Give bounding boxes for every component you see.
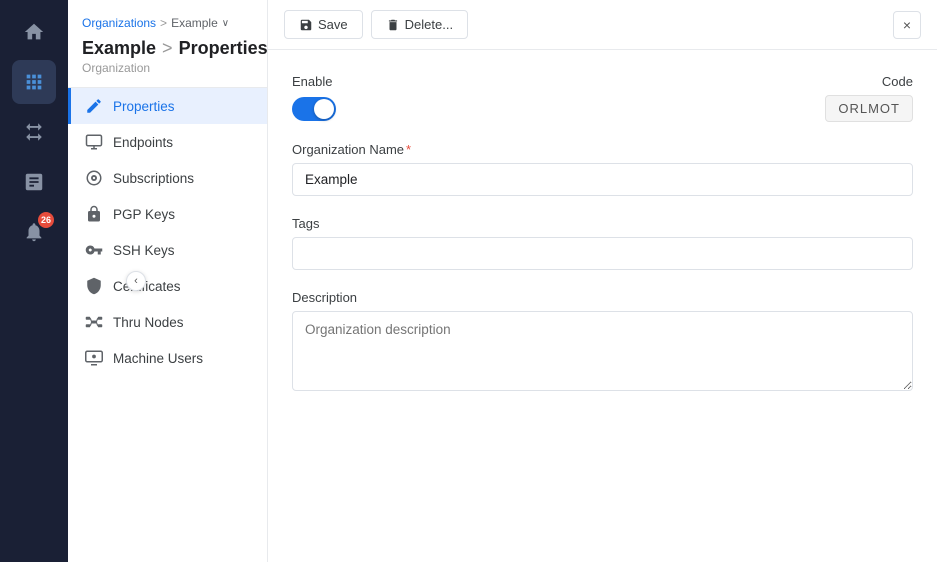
tags-label: Tags	[292, 216, 913, 231]
sidebar-item-reports[interactable]	[12, 160, 56, 204]
sidebar-item-notifications[interactable]: 26	[12, 210, 56, 254]
sidebar-item-home[interactable]	[12, 10, 56, 54]
page-title: Example	[82, 38, 156, 59]
main-content: Save Delete... × Enable Code ORLMOT	[268, 0, 937, 562]
save-icon	[299, 18, 313, 32]
nav-menu: Properties Endpoints Subscriptions PGP K…	[68, 88, 267, 376]
nav-label-subscriptions: Subscriptions	[113, 171, 194, 186]
delete-icon	[386, 18, 400, 32]
sidebar-icons: 26	[0, 0, 68, 562]
breadcrumb-organizations[interactable]: Organizations	[82, 16, 156, 30]
title-separator: >	[162, 38, 173, 59]
enable-section: Enable	[292, 74, 336, 121]
code-value: ORLMOT	[825, 95, 913, 122]
nav-item-endpoints[interactable]: Endpoints	[68, 124, 267, 160]
breadcrumb-example[interactable]: Example ∨	[171, 16, 229, 30]
breadcrumb-sep1: >	[160, 16, 167, 30]
toolbar: Save Delete... ×	[268, 0, 937, 50]
delete-button[interactable]: Delete...	[371, 10, 468, 39]
sidebar-item-organizations[interactable]	[12, 60, 56, 104]
nav-label-ssh-keys: SSH Keys	[113, 243, 175, 258]
toggle-track[interactable]	[292, 97, 336, 121]
nav-label-certificates: Certificates	[113, 279, 181, 294]
nav-label-endpoints: Endpoints	[113, 135, 173, 150]
breadcrumb: Organizations > Example ∨	[68, 8, 267, 34]
nav-item-pgp-keys[interactable]: PGP Keys	[68, 196, 267, 232]
description-input[interactable]	[292, 311, 913, 391]
collapse-sidebar-button[interactable]: ‹	[126, 271, 146, 291]
close-icon: ×	[903, 17, 911, 33]
nav-item-subscriptions[interactable]: Subscriptions	[68, 160, 267, 196]
save-button[interactable]: Save	[284, 10, 363, 39]
enable-toggle[interactable]	[292, 97, 336, 121]
enable-label: Enable	[292, 74, 336, 89]
toggle-thumb	[314, 99, 334, 119]
nav-sidebar: ‹ Organizations > Example ∨ Example > Pr…	[68, 0, 268, 562]
nav-item-properties[interactable]: Properties	[68, 88, 267, 124]
nav-label-pgp-keys: PGP Keys	[113, 207, 175, 222]
nav-label-machine-users: Machine Users	[113, 351, 203, 366]
org-name-label: Organization Name*	[292, 142, 913, 157]
tags-input[interactable]	[292, 237, 913, 270]
page-org-type: Organization	[82, 61, 253, 75]
delete-label: Delete...	[405, 17, 453, 32]
code-label: Code	[825, 74, 913, 89]
save-label: Save	[318, 17, 348, 32]
enable-code-row: Enable Code ORLMOT	[292, 74, 913, 122]
description-group: Description	[292, 290, 913, 396]
sidebar-item-switch[interactable]	[12, 110, 56, 154]
nav-label-properties: Properties	[113, 99, 175, 114]
org-name-group: Organization Name*	[292, 142, 913, 196]
required-indicator: *	[406, 142, 411, 157]
description-label: Description	[292, 290, 913, 305]
page-subtitle: Properties	[179, 38, 268, 59]
nav-item-ssh-keys[interactable]: SSH Keys	[68, 232, 267, 268]
form-area: Enable Code ORLMOT Organization Name* Ta…	[268, 50, 937, 562]
nav-item-certificates[interactable]: Certificates	[68, 268, 267, 304]
nav-label-thru-nodes: Thru Nodes	[113, 315, 184, 330]
code-section: Code ORLMOT	[825, 74, 913, 122]
nav-item-machine-users[interactable]: Machine Users	[68, 340, 267, 376]
org-name-input[interactable]	[292, 163, 913, 196]
breadcrumb-dropdown-arrow: ∨	[222, 18, 229, 29]
nav-item-thru-nodes[interactable]: Thru Nodes	[68, 304, 267, 340]
close-button[interactable]: ×	[893, 11, 921, 39]
tags-group: Tags	[292, 216, 913, 270]
notification-badge: 26	[38, 212, 54, 228]
page-title-area: Example > Properties Organization	[68, 34, 267, 88]
